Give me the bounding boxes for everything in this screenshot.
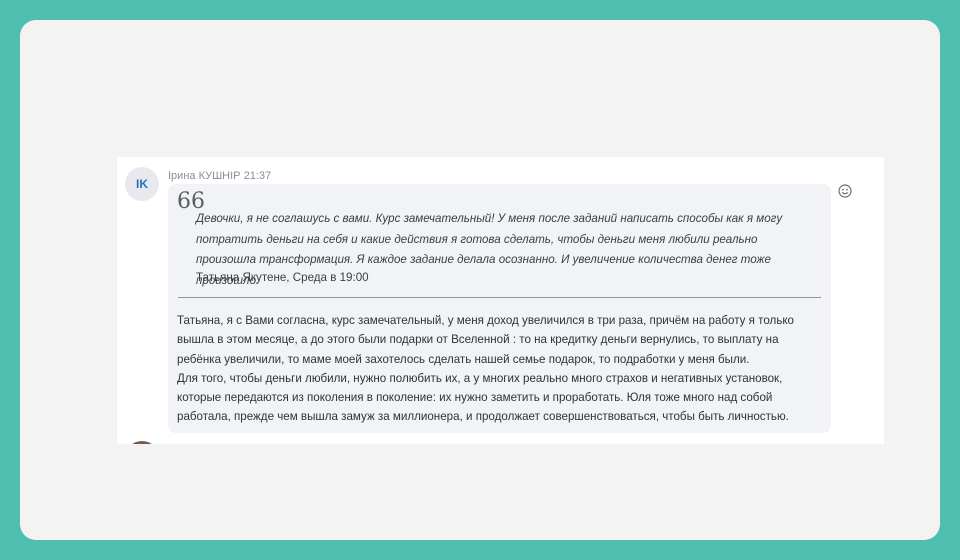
author-name: Ірина КУШНІР — [168, 170, 241, 182]
reply-paragraph: Татьяна, я с Вами согласна, курс замечат… — [177, 314, 795, 366]
reply-text: Татьяна, я с Вами согласна, курс замечат… — [177, 311, 817, 427]
quote-attribution: Татьяна Якутене, Среда в 19:00 — [196, 271, 369, 284]
message-time: 21:37 — [243, 170, 272, 182]
screenshot-frame: IK Ірина КУШНІР 21:37 66 Девочки, я не с… — [20, 20, 940, 540]
avatar[interactable]: IK — [125, 167, 159, 201]
next-message-avatar[interactable] — [125, 441, 159, 444]
message-card: IK Ірина КУШНІР 21:37 66 Девочки, я не с… — [117, 157, 884, 444]
message-meta: Ірина КУШНІР 21:37 — [168, 170, 271, 182]
smile-icon[interactable] — [837, 183, 853, 199]
quote-divider — [178, 297, 821, 298]
message-bubble: 66 Девочки, я не соглашусь с вами. Курс … — [168, 184, 831, 433]
reply-paragraph: Для того, чтобы деньги любили, нужно пол… — [177, 371, 789, 424]
